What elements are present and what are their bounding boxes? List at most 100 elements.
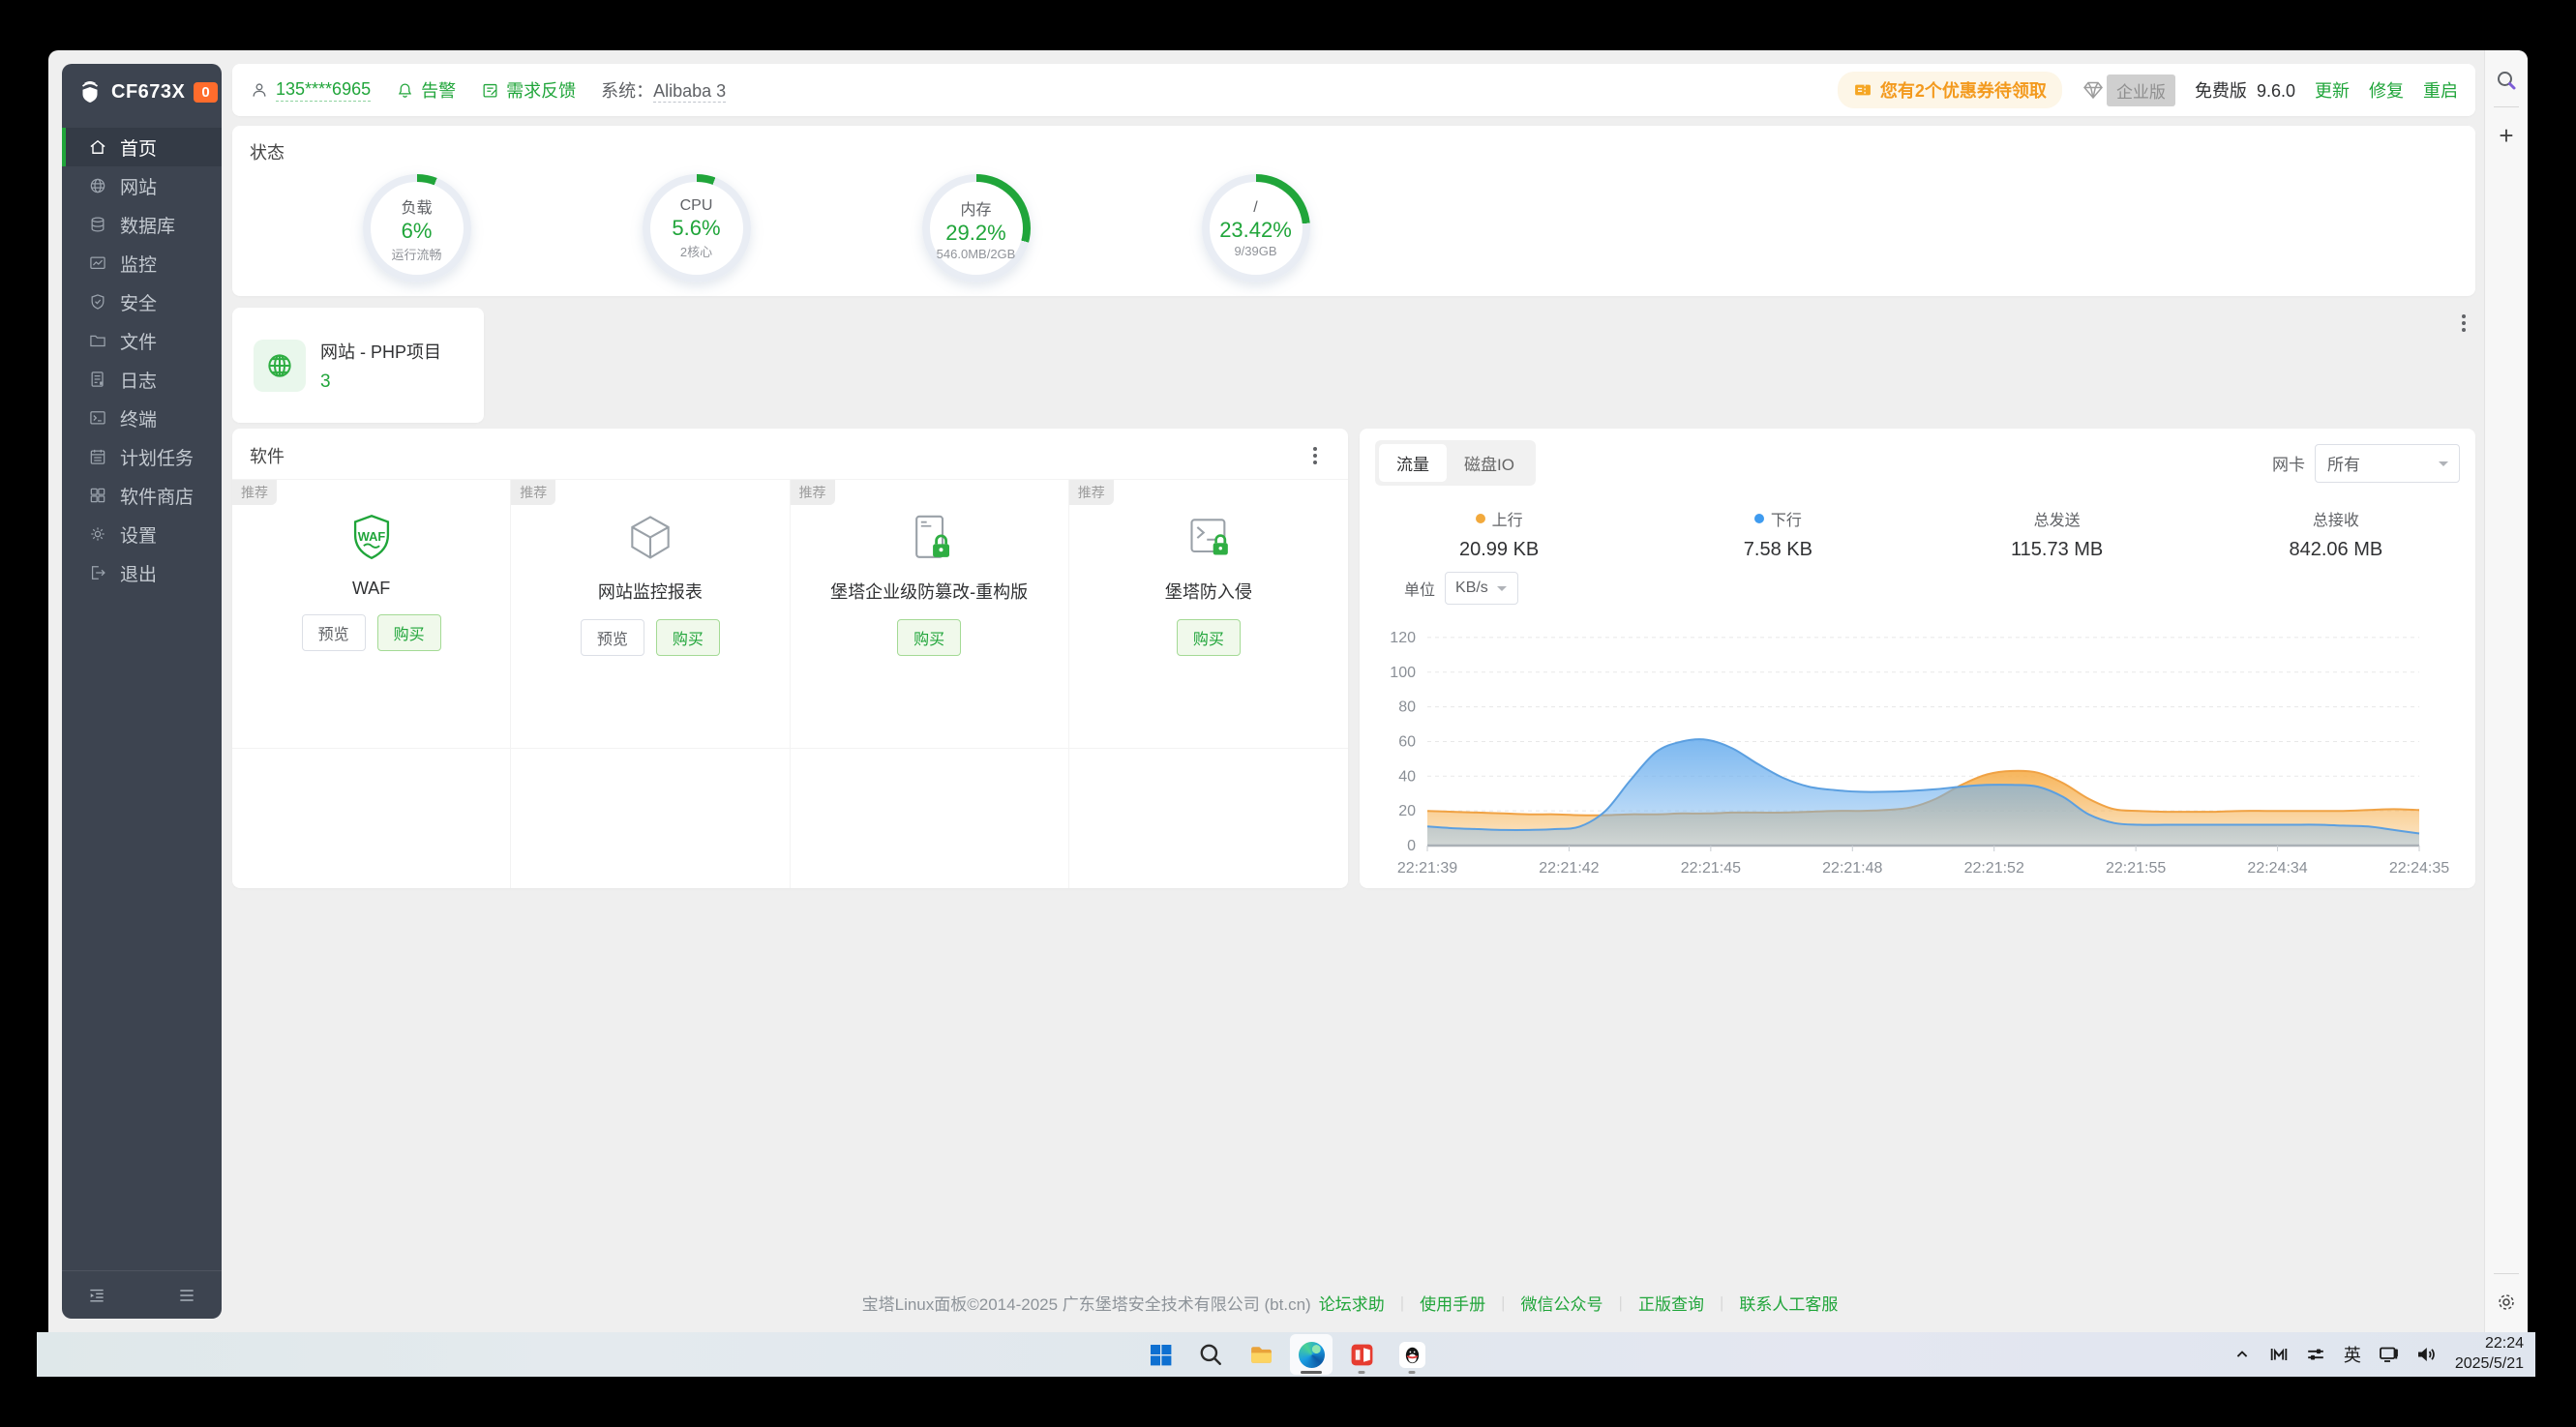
- recommend-badge: 推荐: [791, 480, 835, 505]
- software-item-monitor-report[interactable]: 推荐 网站监控报表 预览 购买: [511, 480, 790, 749]
- system-os-value[interactable]: Alibaba 3: [653, 81, 726, 103]
- menu-list-icon[interactable]: [177, 1286, 196, 1305]
- preview-button[interactable]: 预览: [581, 619, 644, 656]
- footer-link-manual[interactable]: 使用手册: [1420, 1291, 1485, 1315]
- disk-gauge[interactable]: / 23.42% 9/39GB: [1202, 174, 1310, 282]
- php-project-card[interactable]: 网站 - PHP项目 3: [232, 308, 484, 423]
- sidebar-item-label: 退出: [120, 560, 157, 586]
- gauge-value: 23.42%: [1219, 218, 1292, 243]
- buy-button[interactable]: 购买: [1177, 619, 1241, 656]
- panel-title: CF673X: [111, 81, 185, 104]
- svg-text:22:21:42: 22:21:42: [1539, 860, 1599, 877]
- waf-shield-icon: WAF: [344, 507, 399, 569]
- red-office-app-button[interactable]: [1340, 1334, 1383, 1375]
- preview-button[interactable]: 预览: [302, 614, 366, 651]
- footer-separator: |: [1501, 1293, 1505, 1313]
- nic-select[interactable]: 所有: [2315, 444, 2460, 483]
- traffic-area-chart[interactable]: 02040608010012022:21:3922:21:4222:21:452…: [1371, 610, 2465, 886]
- traffic-chart-area[interactable]: 02040608010012022:21:3922:21:4222:21:452…: [1371, 610, 2465, 886]
- tab-traffic[interactable]: 流量: [1379, 444, 1447, 482]
- strip-settings-gear-icon[interactable]: [2490, 1286, 2523, 1319]
- footer: 宝塔Linux面板©2014-2025 广东堡塔安全技术有限公司 (bt.cn)…: [232, 1291, 2475, 1315]
- qq-penguin-icon: [1399, 1342, 1425, 1368]
- software-empty-cell: [511, 749, 790, 888]
- downstream-dot: [1754, 514, 1764, 523]
- status-title: 状态: [250, 139, 2458, 164]
- coupon-banner[interactable]: 您有2个优惠券待领取: [1838, 72, 2062, 108]
- start-button[interactable]: [1139, 1334, 1182, 1375]
- copyright-text: 宝塔Linux面板©2014-2025 广东堡塔安全技术有限公司 (bt.cn): [862, 1291, 1311, 1315]
- sidebar-search-icon[interactable]: [2490, 64, 2523, 97]
- alarm-item[interactable]: 告警: [396, 77, 456, 103]
- sidebar-item-terminal[interactable]: 终端: [62, 399, 222, 437]
- sidebar-item-files[interactable]: 文件: [62, 321, 222, 360]
- software-more-icon[interactable]: [1313, 454, 1317, 458]
- sidebar-item-logout[interactable]: 退出: [62, 553, 222, 592]
- restart-link[interactable]: 重启: [2423, 77, 2458, 103]
- tab-disk-io[interactable]: 磁盘IO: [1447, 444, 1532, 482]
- taskbar-clock[interactable]: 22:24 2025/5/21: [2455, 1334, 2524, 1375]
- sidebar-item-monitor[interactable]: 监控: [62, 244, 222, 282]
- tray-chevron-up-icon[interactable]: [2227, 1337, 2258, 1372]
- sidebar-item-cron[interactable]: 计划任务: [62, 437, 222, 476]
- edition-label: 免费版: [2195, 81, 2247, 101]
- logo-row: CF673X 0: [62, 64, 222, 114]
- update-link[interactable]: 更新: [2315, 77, 2350, 103]
- clock-time: 22:24: [2455, 1334, 2524, 1354]
- account-item[interactable]: 135****6965: [250, 79, 371, 102]
- svg-text:100: 100: [1390, 665, 1416, 681]
- svg-text:120: 120: [1390, 630, 1416, 646]
- tray-m-app-icon[interactable]: [2263, 1337, 2294, 1372]
- windows-taskbar: 英 22:24 2025/5/21: [37, 1332, 2535, 1377]
- buy-button[interactable]: 购买: [377, 614, 441, 651]
- sidebar-item-label: 数据库: [120, 212, 175, 238]
- gear-icon: [88, 524, 107, 544]
- repair-link[interactable]: 修复: [2369, 77, 2404, 103]
- red-app-icon: [1349, 1342, 1375, 1368]
- sidebar-item-websites[interactable]: 网站: [62, 166, 222, 205]
- collapse-sidebar-icon[interactable]: [87, 1286, 106, 1305]
- taskbar-search-button[interactable]: [1189, 1334, 1232, 1375]
- sidebar-item-security[interactable]: 安全: [62, 282, 222, 321]
- account-phone[interactable]: 135****6965: [276, 79, 371, 102]
- gauge-value: 5.6%: [672, 216, 720, 241]
- main-content: 135****6965 告警 需求反馈 系统：Alibaba 3 您有2个优惠券…: [232, 64, 2475, 1319]
- ime-language-indicator[interactable]: 英: [2337, 1337, 2368, 1372]
- load-gauge[interactable]: 负载 6% 运行流畅: [363, 174, 471, 282]
- sidebar-item-database[interactable]: 数据库: [62, 205, 222, 244]
- sidebar-item-logs[interactable]: 日志: [62, 360, 222, 399]
- edge-browser-button[interactable]: [1290, 1334, 1333, 1375]
- sidebar-item-app-store[interactable]: 软件商店: [62, 476, 222, 515]
- buy-button[interactable]: 购买: [897, 619, 961, 656]
- tray-tune-sliders-icon[interactable]: [2300, 1337, 2331, 1372]
- feedback-item[interactable]: 需求反馈: [481, 77, 576, 103]
- message-count-badge[interactable]: 0: [194, 82, 217, 103]
- unit-select[interactable]: KB/s: [1445, 572, 1518, 605]
- memory-gauge[interactable]: 内存 29.2% 546.0MB/2GB: [922, 174, 1031, 282]
- footer-link-forum[interactable]: 论坛求助: [1319, 1291, 1385, 1315]
- sidebar-menu: 首页 网站 数据库 监控 安全 文件: [62, 128, 222, 592]
- browser-side-strip: +: [2484, 50, 2528, 1332]
- qq-app-button[interactable]: [1391, 1334, 1433, 1375]
- file-explorer-button[interactable]: [1240, 1334, 1282, 1375]
- php-project-count[interactable]: 3: [320, 372, 441, 393]
- sidebar-item-label: 首页: [120, 134, 157, 161]
- sidebar-item-home[interactable]: 首页: [62, 128, 222, 166]
- cpu-gauge[interactable]: CPU 5.6% 2核心: [643, 174, 751, 282]
- topbar-left: 135****6965 告警 需求反馈 系统：Alibaba 3: [250, 77, 726, 103]
- software-item-intrusion-prevention[interactable]: 推荐 堡塔防入侵 购买: [1069, 480, 1348, 749]
- enterprise-badge[interactable]: 企业版: [2082, 74, 2175, 106]
- footer-link-genuine-check[interactable]: 正版查询: [1638, 1291, 1704, 1315]
- footer-link-wechat[interactable]: 微信公众号: [1521, 1291, 1603, 1315]
- strip-add-icon[interactable]: +: [2490, 119, 2523, 152]
- footer-link-support[interactable]: 联系人工客服: [1739, 1291, 1838, 1315]
- software-item-waf[interactable]: 推荐 WAF WAF 预览 购买: [232, 480, 511, 749]
- software-item-tamper-proof[interactable]: 推荐 堡塔企业级防篡改-重构版 购买: [791, 480, 1069, 749]
- tray-speaker-icon[interactable]: [2411, 1337, 2441, 1372]
- home-widgets-more-icon[interactable]: [2462, 321, 2466, 325]
- recommend-badge: 推荐: [511, 480, 555, 505]
- buy-button[interactable]: 购买: [656, 619, 720, 656]
- stat-downstream: 下行 7.58 KB: [1638, 507, 1917, 561]
- sidebar-item-settings[interactable]: 设置: [62, 515, 222, 553]
- tray-display-pen-icon[interactable]: [2374, 1337, 2405, 1372]
